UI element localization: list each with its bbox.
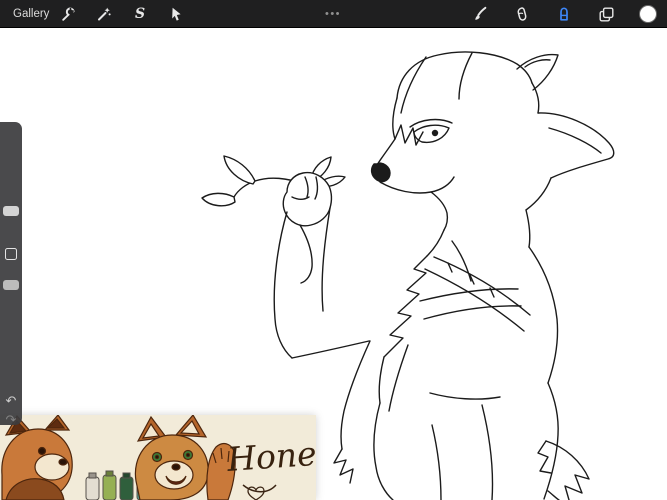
arrow-cursor-icon [168,6,184,22]
drawing-canvas[interactable]: Honey ↶ ↷ [0,28,667,500]
reference-caption-text: Honey [225,433,316,480]
modify-button[interactable] [5,248,17,260]
wrench-icon [60,6,76,22]
gallery-button[interactable]: Gallery [8,0,54,28]
magic-wand-icon [96,6,112,22]
brush-size-slider[interactable] [0,122,22,242]
eraser-icon [556,6,572,22]
redo-button[interactable]: ↷ [0,411,22,429]
paint-tool-button[interactable] [467,0,493,28]
paintbrush-icon [472,6,488,22]
layers-stack-icon [598,6,615,23]
transform-button[interactable] [163,0,189,28]
toolbar: Gallery S [0,0,667,28]
selections-button[interactable]: S [127,0,153,28]
s-curve-icon: S [135,7,145,21]
opacity-handle[interactable] [3,280,19,290]
color-circle [639,5,657,23]
opacity-slider[interactable] [0,262,22,382]
brush-size-handle[interactable] [3,206,19,216]
color-button[interactable] [635,0,661,28]
sidebar: ↶ ↷ [0,122,22,425]
reference-image: Honey [0,415,316,500]
smudge-finger-icon [514,6,530,22]
smudge-tool-button[interactable] [509,0,535,28]
eraser-tool-button[interactable] [551,0,577,28]
undo-button[interactable]: ↶ [0,392,22,410]
adjustments-button[interactable] [91,0,117,28]
procreate-app-window: Gallery S [0,0,667,500]
actions-button[interactable] [55,0,81,28]
canvas-menu-button[interactable]: ••• [318,0,348,28]
layers-button[interactable] [593,0,619,28]
